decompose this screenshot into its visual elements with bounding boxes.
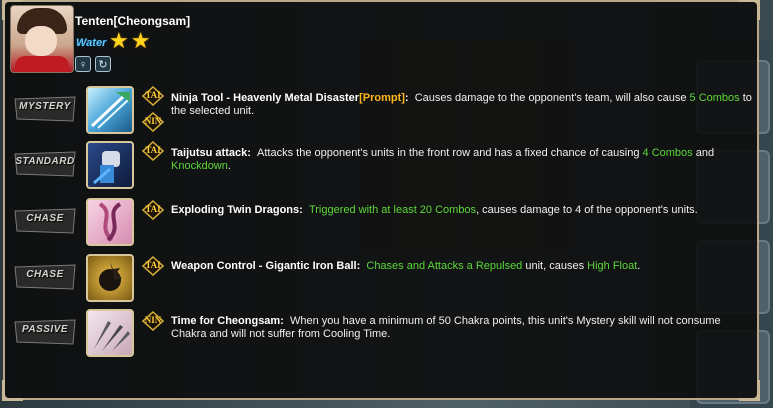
skill-row-passive: PASSIVE NIN Time for Cheongsam: When you… (5, 306, 761, 360)
kunai-icon[interactable] (86, 309, 134, 357)
corner-ornament (739, 0, 760, 20)
nin-badge: NIN (142, 311, 164, 331)
skill-type-label: MYSTERY (13, 94, 77, 124)
skill-row-chase: CHASE TAI Exploding Twin Dragons: Trigge… (5, 195, 761, 249)
tai-badge: TAI (142, 256, 164, 276)
taijutsu-fist-icon[interactable] (86, 141, 134, 189)
skill-row-mystery: MYSTERY TAI NIN Ninja Tool - Heavenly Me… (5, 83, 761, 137)
skill-description: Time for Cheongsam: When you have a mini… (171, 315, 721, 340)
twin-dragons-icon[interactable] (86, 198, 134, 246)
skill-type-label: STANDARD (13, 149, 77, 179)
tai-badge: TAI (142, 86, 164, 106)
tai-badge: TAI (142, 141, 164, 161)
heavenly-metal-disaster-icon[interactable] (86, 86, 134, 134)
skill-description: Ninja Tool - Heavenly Metal Disaster[Pro… (171, 92, 752, 117)
corner-ornament (2, 380, 23, 401)
skill-type-label: CHASE (13, 262, 77, 292)
iron-ball-icon[interactable] (86, 254, 134, 302)
skill-description: Exploding Twin Dragons: Triggered with a… (171, 204, 698, 216)
nin-badge: NIN (142, 112, 164, 132)
skill-type-label: PASSIVE (13, 317, 77, 347)
skill-description: Taijutsu attack: Attacks the opponent's … (171, 147, 715, 172)
skill-row-standard: STANDARD TAI Taijutsu attack: Attacks th… (5, 138, 761, 192)
skill-row-chase: CHASE TAI Weapon Control - Gigantic Iron… (5, 251, 761, 305)
corner-ornament (739, 380, 760, 401)
skill-tooltip: Tenten[Cheongsam] Water ★★ ♀ ↻ MYSTERY T… (2, 0, 761, 401)
character-portrait (10, 5, 74, 73)
skill-description: Weapon Control - Gigantic Iron Ball: Cha… (171, 260, 641, 272)
element-badge: Water (76, 37, 107, 49)
star-rating: ★★ (109, 28, 153, 53)
female-icon: ♀ (75, 56, 91, 72)
character-name: Tenten[Cheongsam] (75, 14, 191, 28)
ninja-class-icon: ↻ (95, 56, 111, 72)
skill-type-label: CHASE (13, 206, 77, 236)
tai-badge: TAI (142, 200, 164, 220)
